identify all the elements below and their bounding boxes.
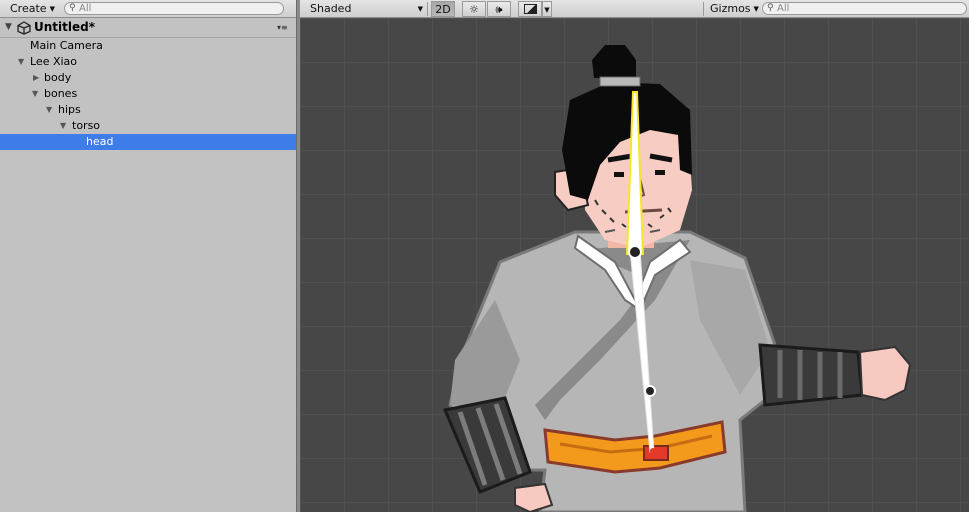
hierarchy-tree: Main Camera ▼ Lee Xiao ▶ body ▼ bones ▼ … [0,38,296,150]
scene-audio-toggle[interactable]: 🕪 [487,1,511,17]
hierarchy-search-input[interactable]: ⚲ All [64,2,284,15]
scene-canvas[interactable] [300,18,969,512]
bone-root-handle[interactable] [650,448,656,454]
shading-mode-dropdown[interactable]: Shaded ▼ [306,1,426,17]
expand-arrow-icon[interactable]: ▼ [46,102,52,118]
tree-item-label: Lee Xiao [30,55,78,68]
tree-item-label: head [86,135,114,148]
search-icon: ⚲ [767,3,774,13]
bone-joint-handle[interactable] [628,245,642,259]
tree-item-torso[interactable]: ▼ torso [0,118,296,134]
shading-mode-label: Shaded [310,2,352,15]
scene-menu-icon[interactable]: ▾≡ [277,18,288,37]
gizmos-label: Gizmos [710,2,751,15]
hierarchy-toolbar: Create ▼ ⚲ All [0,0,296,18]
scene-toolbar: Shaded ▼ 2D ☼ 🕪 ▼ Gizmos ▼ ⚲ All [300,0,969,18]
image-icon [523,4,537,14]
tree-item-label: torso [72,119,101,132]
scene-effects-toggle[interactable] [518,1,542,17]
scene-header-row[interactable]: ▼ Untitled* ▾≡ [0,18,296,38]
scene-lighting-toggle[interactable]: ☼ [462,1,486,17]
tree-item-hips[interactable]: ▼ hips [0,102,296,118]
collapsed-arrow-icon[interactable]: ▶ [33,70,39,86]
tree-item-label: bones [44,87,78,100]
hierarchy-search-placeholder: All [79,3,92,14]
dropdown-arrow-icon: ▼ [49,5,55,13]
expand-arrow-icon[interactable]: ▼ [18,54,24,70]
dropdown-arrow-icon: ▼ [544,6,550,14]
sun-icon: ☼ [469,3,479,16]
tree-item-label: Main Camera [30,39,103,52]
scene-search-input[interactable]: ⚲ All [762,2,967,15]
dropdown-arrow-icon: ▼ [417,5,423,13]
toolbar-separator [703,2,704,16]
2d-mode-label: 2D [435,3,451,16]
bone-joint-handle[interactable] [644,385,656,397]
dropdown-arrow-icon: ▼ [753,5,759,13]
tree-item-bones[interactable]: ▼ bones [0,86,296,102]
scene-view-panel: Shaded ▼ 2D ☼ 🕪 ▼ Gizmos ▼ ⚲ All [300,0,969,512]
tree-item-label: hips [58,103,81,116]
create-dropdown[interactable]: Create ▼ [6,1,59,17]
tree-item-main-camera[interactable]: Main Camera [0,38,296,54]
toolbar-separator [427,2,428,16]
scene-effects-dropdown[interactable]: ▼ [542,1,552,17]
gizmos-dropdown[interactable]: Gizmos ▼ [706,1,763,17]
tree-item-label: body [44,71,72,84]
tree-item-body[interactable]: ▶ body [0,70,296,86]
scene-collapse-arrow-icon[interactable]: ▼ [5,18,12,37]
hierarchy-panel: Create ▼ ⚲ All ▼ Untitled* ▾≡ Main Camera… [0,0,296,512]
tree-item-head[interactable]: head [0,134,296,150]
speaker-icon: 🕪 [495,3,503,16]
create-label: Create [10,2,47,15]
expand-arrow-icon[interactable]: ▼ [32,86,38,102]
tree-item-lee-xiao[interactable]: ▼ Lee Xiao [0,54,296,70]
expand-arrow-icon[interactable]: ▼ [60,118,66,134]
scene-name: Untitled* [34,20,95,34]
scene-viewport[interactable] [300,18,969,512]
scene-search-placeholder: All [777,3,790,14]
2d-mode-toggle[interactable]: 2D [431,1,455,17]
search-icon: ⚲ [69,3,76,13]
